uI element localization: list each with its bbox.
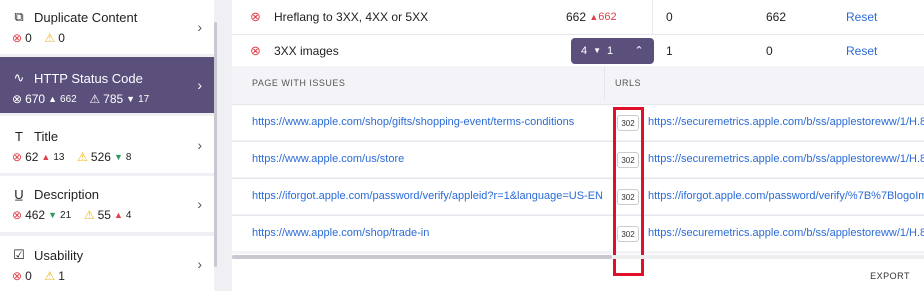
error-icon: ⊗: [250, 42, 261, 58]
arrow-up-icon: ▲: [48, 94, 58, 104]
horizontal-scrollbar[interactable]: [232, 255, 924, 259]
error-count: 62: [25, 150, 39, 164]
arrow-down-icon: ▼: [113, 152, 123, 162]
reset-link[interactable]: Reset: [846, 0, 877, 34]
sidebar-card-http-status-code[interactable]: ∿ HTTP Status Code ⊗ 670 ▲ 662 ⚠ 785 ▼ 17 ›: [0, 57, 214, 113]
issue-name: Hreflang to 3XX, 4XX or 5XX: [274, 10, 429, 24]
pulse-icon: ∿: [13, 70, 25, 85]
sidebar: ⧉ Duplicate Content ⊗ 0 ⚠ 0 › ∿ HTTP Status …: [0, 0, 217, 291]
warning-count: 0: [58, 31, 65, 45]
error-delta: 21: [60, 209, 72, 221]
error-count: 0: [25, 269, 32, 283]
warning-icon: ⚠: [77, 150, 88, 164]
text-icon: T: [15, 129, 23, 144]
issue-col2: 0: [666, 10, 673, 24]
warning-delta: 17: [138, 93, 150, 105]
affected-pages-table: PAGE WITH ISSUES URLS https://www.apple.…: [232, 66, 924, 254]
arrow-down-icon: ▼: [593, 46, 602, 55]
arrow-down-icon: ▼: [126, 94, 136, 104]
issue-row[interactable]: ⊗ 3XX images 4 ▼ 1 ⌃ 1 0 Reset: [232, 35, 924, 66]
error-icon: ⊗: [12, 269, 23, 283]
redirect-url-link[interactable]: https://securemetrics.apple.com/b/ss/app…: [648, 153, 924, 165]
warning-icon: ⚠: [83, 208, 95, 222]
page-link[interactable]: https://www.apple.com/us/store: [252, 153, 404, 165]
chevron-up-icon: ⌃: [634, 45, 644, 57]
table-row: https://www.apple.com/shop/gifts/shoppin…: [232, 104, 924, 140]
arrow-up-icon: ▲: [41, 152, 51, 162]
warning-count: 55: [97, 208, 111, 222]
sidebar-card-description[interactable]: U̲ Description ⊗ 462 ▼ 21 ⚠ 55 ▲ 4 ›: [0, 176, 214, 232]
table-header: PAGE WITH ISSUES URLS: [232, 66, 924, 100]
export-button[interactable]: EXPORT: [870, 271, 910, 281]
error-count: 462: [25, 208, 46, 222]
error-delta: 662: [60, 93, 77, 105]
checkbox-icon: ☑: [13, 247, 25, 262]
issue-delta: 1: [607, 44, 614, 57]
sidebar-card-duplicate-content[interactable]: ⧉ Duplicate Content ⊗ 0 ⚠ 0 ›: [0, 0, 214, 54]
card-title: Usability: [34, 247, 84, 263]
warning-icon: ⚠: [44, 31, 56, 45]
divider: [604, 66, 605, 100]
issue-col3: 662: [766, 10, 787, 24]
divider: [652, 0, 653, 34]
chevron-right-icon: ›: [197, 255, 202, 272]
warning-count: 526: [90, 150, 111, 164]
chevron-right-icon: ›: [197, 136, 202, 153]
sidebar-card-usability[interactable]: ☑ Usability ⊗ 0 ⚠ 1 ›: [0, 236, 214, 291]
page-link[interactable]: https://www.apple.com/shop/gifts/shoppin…: [252, 116, 574, 128]
chevron-right-icon: ›: [197, 19, 202, 35]
chevron-right-icon: ›: [197, 196, 202, 212]
error-count: 0: [25, 31, 32, 45]
warning-delta: 8: [125, 151, 132, 163]
error-delta: 13: [53, 151, 65, 163]
table-row: https://www.apple.com/us/store 302 https…: [232, 141, 924, 177]
issue-col3: 0: [766, 43, 773, 58]
warning-count: 1: [58, 269, 65, 283]
error-icon: ⊗: [12, 92, 23, 106]
highlight-box: [613, 107, 644, 276]
error-icon: ⊗: [250, 9, 261, 24]
issue-name: 3XX images: [274, 43, 339, 58]
warning-icon: ⚠: [44, 269, 56, 283]
table-row: https://www.apple.com/shop/trade-in 302 …: [232, 215, 924, 251]
issue-col2: 1: [666, 43, 673, 58]
card-title: Duplicate Content: [34, 9, 138, 25]
page-link[interactable]: https://www.apple.com/shop/trade-in: [252, 227, 429, 239]
table-row: https://iforgot.apple.com/password/verif…: [232, 178, 924, 214]
underline-icon: U̲: [14, 187, 24, 202]
error-icon: ⊗: [12, 208, 23, 222]
warning-delta: 4: [125, 209, 132, 221]
chevron-right-icon: ›: [197, 77, 202, 93]
error-icon: ⊗: [12, 150, 23, 164]
column-header-urls: URLS: [615, 78, 642, 88]
redirect-url-link[interactable]: https://securemetrics.apple.com/b/ss/app…: [648, 227, 924, 239]
arrow-down-icon: ▼: [48, 210, 58, 220]
reset-link[interactable]: Reset: [846, 35, 877, 66]
issues-panel: ⊗ Hreflang to 3XX, 4XX or 5XX 662 ▲ 662 0…: [232, 0, 924, 291]
card-title: Description: [34, 187, 100, 202]
error-icon: ⊗: [12, 31, 23, 45]
redirect-url-link[interactable]: https://iforgot.apple.com/password/verif…: [648, 190, 924, 202]
page-link[interactable]: https://iforgot.apple.com/password/verif…: [252, 190, 603, 202]
issue-count: 4: [581, 44, 588, 57]
warning-count: 785: [103, 92, 124, 106]
error-count: 670: [25, 92, 46, 106]
issue-delta: 662: [598, 11, 617, 23]
redirect-url-link[interactable]: https://securemetrics.apple.com/b/ss/app…: [648, 116, 924, 128]
issue-count: 662: [566, 10, 587, 24]
expand-toggle-button[interactable]: 4 ▼ 1 ⌃: [571, 37, 654, 64]
card-title: HTTP Status Code: [34, 70, 143, 86]
issue-row[interactable]: ⊗ Hreflang to 3XX, 4XX or 5XX 662 ▲ 662 0…: [232, 0, 924, 35]
arrow-up-icon: ▲: [589, 12, 599, 22]
column-header-pages: PAGE WITH ISSUES: [252, 78, 346, 88]
card-title: Title: [34, 129, 59, 144]
scrollbar-thumb[interactable]: [232, 255, 612, 259]
sidebar-card-title[interactable]: T Title ⊗ 62 ▲ 13 ⚠ 526 ▼ 8 ›: [0, 116, 214, 173]
sidebar-scrollbar[interactable]: [214, 22, 217, 267]
arrow-up-icon: ▲: [113, 210, 123, 220]
copy-icon: ⧉: [14, 9, 24, 24]
warning-icon: ⚠: [89, 92, 101, 106]
